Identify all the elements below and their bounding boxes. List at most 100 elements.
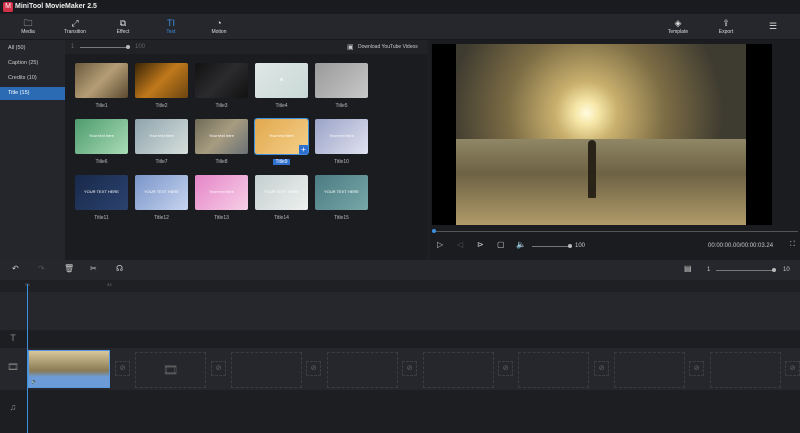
title-label: Title14 — [255, 215, 308, 221]
empty-track — [0, 292, 800, 330]
media-slot[interactable] — [327, 352, 398, 388]
video-clip[interactable]: 🔈 — [28, 350, 110, 388]
timeline-ruler[interactable]: 0s 4s — [0, 280, 800, 292]
export-icon: ⇪ — [722, 18, 730, 28]
media-slot[interactable] — [710, 352, 781, 388]
title-label-text: Title6 — [95, 159, 108, 165]
title-label-text: Title15 — [334, 215, 349, 221]
playback-progress[interactable] — [432, 231, 798, 232]
category-credits[interactable]: Credits (10) — [0, 72, 65, 85]
title-thumbnail[interactable]: YOUR TEXT HERE — [75, 175, 128, 210]
title-thumbnail[interactable] — [135, 63, 188, 98]
title-bar: M MiniTool MovieMaker 2.5 — [0, 0, 800, 14]
tab-label: Transition — [64, 29, 86, 35]
category-all[interactable]: All (50) — [0, 42, 65, 55]
media-slot[interactable] — [614, 352, 685, 388]
title-thumbnail[interactable]: Your text here — [135, 119, 188, 154]
redo-icon[interactable]: ↷ — [38, 264, 45, 273]
tab-media[interactable]: 🗀 Media — [8, 17, 48, 35]
title-thumbnail[interactable]: YOUR TEXT HERE — [255, 175, 308, 210]
title-thumbnail[interactable] — [315, 63, 368, 98]
transition-slot[interactable]: ⊘ — [211, 361, 226, 376]
tab-effect[interactable]: ⧉ Effect — [103, 17, 143, 35]
download-youtube-link[interactable]: Download YouTube Videos — [358, 44, 418, 50]
play-icon[interactable]: ▷ — [437, 240, 443, 249]
film-icon: 🎞 — [7, 362, 19, 372]
undo-icon[interactable]: ↶ — [12, 264, 19, 273]
audio-detach-icon[interactable]: ☊ — [116, 264, 123, 273]
title-thumbnail[interactable]: YOUR TEXT HERE — [135, 175, 188, 210]
add-media-slot[interactable]: 🎞 — [135, 352, 206, 388]
previous-frame-icon[interactable]: ◁ — [457, 240, 463, 249]
media-slot[interactable] — [518, 352, 589, 388]
transition-slot[interactable]: ⊘ — [498, 361, 513, 376]
zoom-max-label: 10 — [783, 267, 790, 273]
tab-transition[interactable]: ⤢ Transition — [55, 17, 95, 35]
title-thumbnail[interactable]: Your text here — [195, 119, 248, 154]
transition-slot[interactable]: ⊘ — [594, 361, 609, 376]
zoom-fit-icon[interactable]: ▤ — [684, 264, 692, 273]
add-icon[interactable]: + — [299, 145, 308, 154]
timeline-toolbar: ↶ ↷ 🗑 ✂ ☊ ▤ 1 10 — [0, 260, 800, 280]
text-track[interactable]: T — [0, 330, 800, 348]
fullscreen-icon[interactable]: ⛶ — [790, 241, 795, 249]
transition-slot[interactable]: ⊘ — [402, 361, 417, 376]
playhead-knob[interactable] — [432, 229, 436, 233]
video-frame — [456, 44, 746, 225]
title-label-text: Title5 — [335, 103, 348, 109]
title-thumbnail[interactable]: + Your text here — [254, 118, 309, 155]
title-preview-text: YOUR TEXT HERE — [324, 189, 359, 194]
timeline-playhead[interactable] — [27, 284, 28, 433]
volume-icon[interactable]: 🔈 — [516, 240, 526, 249]
export-button[interactable]: ⇪ Export — [706, 17, 746, 35]
audio-track[interactable]: ♫ — [0, 390, 800, 433]
media-slot[interactable] — [231, 352, 302, 388]
title-label: Title10 — [315, 159, 368, 165]
folder-icon: 🗀 — [23, 18, 33, 28]
transition-slot[interactable]: ⊘ — [306, 361, 321, 376]
size-slider-knob[interactable] — [126, 45, 130, 49]
transition-slot[interactable]: ⊘ — [115, 361, 130, 376]
title-label: Title1 — [75, 103, 128, 109]
title-label-text: Title12 — [154, 215, 169, 221]
next-frame-icon[interactable]: ⊳ — [477, 240, 484, 249]
title-thumbnail[interactable]: Your text here — [75, 119, 128, 154]
title-preview-text: Your text here — [149, 133, 174, 138]
delete-icon[interactable]: 🗑 — [64, 264, 74, 273]
volume-knob[interactable] — [568, 244, 572, 248]
title-thumbnail[interactable]: YOUR TEXT HERE — [315, 175, 368, 210]
stop-icon[interactable]: ▢ — [497, 240, 505, 249]
title-label: Title15 — [315, 215, 368, 221]
media-slot[interactable] — [423, 352, 494, 388]
title-thumbnail[interactable] — [195, 63, 248, 98]
transition-icon: ⤢ — [71, 18, 79, 28]
youtube-icon: ▣ — [347, 44, 354, 51]
title-thumbnail[interactable]: ✖ — [255, 63, 308, 98]
tab-motion[interactable]: ◔ Motion — [199, 17, 239, 35]
category-title[interactable]: Title (15) — [0, 87, 65, 100]
volume-value: 100 — [575, 243, 586, 249]
volume-slider[interactable] — [532, 246, 570, 247]
split-icon[interactable]: ✂ — [90, 264, 97, 273]
title-label-text: Title13 — [214, 215, 229, 221]
transition-slot[interactable]: ⊘ — [689, 361, 704, 376]
transition-slot[interactable]: ⊘ — [785, 361, 800, 376]
timeline-zoom-slider[interactable] — [716, 270, 774, 271]
video-preview — [432, 44, 772, 225]
title-thumbnail[interactable]: Your text here — [195, 175, 248, 210]
person-silhouette — [588, 140, 596, 198]
title-preview-text: Your text here — [269, 133, 294, 138]
title-thumbnail[interactable] — [75, 63, 128, 98]
title-label-text: Title2 — [155, 103, 168, 109]
menu-button[interactable]: ☰ — [753, 20, 793, 32]
size-min-label: 1 — [71, 44, 75, 50]
tab-text[interactable]: TI Text — [151, 17, 191, 35]
size-slider[interactable] — [80, 47, 128, 48]
title-thumbnail[interactable]: Your text here — [315, 119, 368, 154]
category-caption[interactable]: Caption (25) — [0, 57, 65, 70]
title-label: Title2 — [135, 103, 188, 109]
template-button[interactable]: ◈ Template — [658, 17, 698, 35]
title-label: Title11 — [75, 215, 128, 221]
timeline-zoom-knob[interactable] — [772, 268, 776, 272]
app-title: MiniTool MovieMaker 2.5 — [15, 3, 97, 10]
